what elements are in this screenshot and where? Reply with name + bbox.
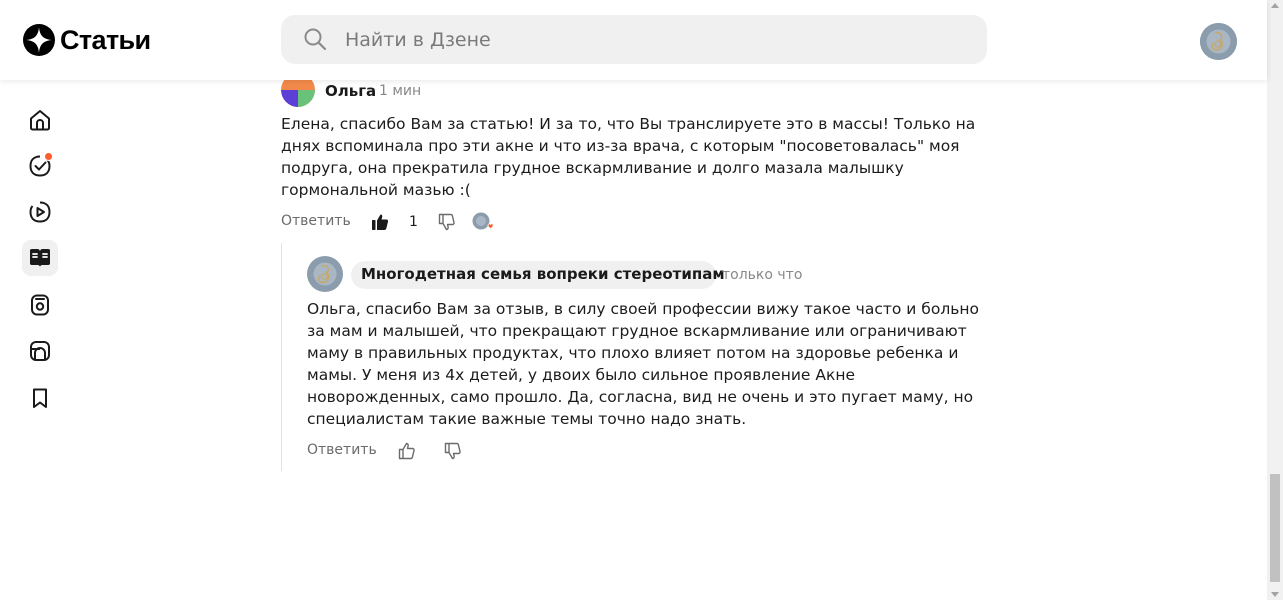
user-avatar[interactable] xyxy=(1200,23,1237,60)
video-icon xyxy=(29,201,51,223)
dzen-logo-icon xyxy=(23,24,55,56)
bookmark-icon xyxy=(33,388,47,408)
shop-icon xyxy=(30,341,50,361)
notification-dot xyxy=(44,152,53,161)
author-liked-badge xyxy=(471,212,495,232)
nav-video[interactable] xyxy=(22,194,58,230)
comment-text: Елена, спасибо Вам за статью! И за то, ч… xyxy=(281,115,976,199)
reply-author-chip[interactable]: Многодетная семья вопреки стереотипам xyxy=(351,261,725,289)
like-count: 1 xyxy=(409,214,418,230)
search-input[interactable] xyxy=(345,15,945,64)
comment-time: 1 мин xyxy=(379,83,422,99)
nav-subscriptions[interactable] xyxy=(22,148,58,184)
reply-button[interactable]: Ответить xyxy=(281,213,351,229)
nav-articles[interactable] xyxy=(22,240,58,276)
reply-reply-button[interactable]: Ответить xyxy=(307,442,377,458)
like-button[interactable] xyxy=(370,212,390,232)
page: Статьи Найти в Дзене Ольга 1 мин Елена, … xyxy=(0,0,1283,600)
nav-home[interactable] xyxy=(22,102,58,138)
search-bar[interactable] xyxy=(281,15,987,64)
home-icon xyxy=(30,110,50,131)
scrollbar-thumb[interactable] xyxy=(1270,474,1280,582)
thumbs-up-icon xyxy=(398,442,415,460)
nav-shorts[interactable] xyxy=(22,287,58,323)
reply-like-button[interactable] xyxy=(397,441,417,461)
thumbs-down-icon xyxy=(438,213,455,231)
logo-text: Статьи xyxy=(60,24,151,55)
reply-text: Ольга, спасибо Вам за отзыв, в силу свое… xyxy=(307,300,979,428)
scroll-up-arrow-icon[interactable] xyxy=(1271,3,1279,8)
reply-author: Многодетная семья вопреки стереотипам xyxy=(361,265,725,283)
reply-dislike-button[interactable] xyxy=(443,441,463,461)
top-header: Статьи xyxy=(0,0,1267,80)
articles-icon xyxy=(30,249,50,267)
shorts-icon xyxy=(31,294,49,316)
reply-time: только что xyxy=(722,267,803,283)
scroll-down-arrow-icon[interactable] xyxy=(1271,592,1279,597)
vertical-scrollbar[interactable] xyxy=(1267,0,1283,600)
dislike-button[interactable] xyxy=(437,212,457,232)
thumbs-down-icon xyxy=(444,442,461,460)
logo[interactable]: Статьи xyxy=(23,23,151,57)
thread-line xyxy=(281,243,282,471)
search-icon xyxy=(304,28,327,51)
author-heart-icon xyxy=(472,212,494,230)
reply-avatar[interactable] xyxy=(307,256,343,292)
avatar-image xyxy=(307,256,343,292)
nav-shop[interactable] xyxy=(22,333,58,369)
comment-author[interactable]: Ольга xyxy=(325,82,376,100)
nav-bookmarks[interactable] xyxy=(22,380,58,416)
avatar-image xyxy=(1200,23,1237,60)
thumbs-up-filled-icon xyxy=(372,214,389,230)
